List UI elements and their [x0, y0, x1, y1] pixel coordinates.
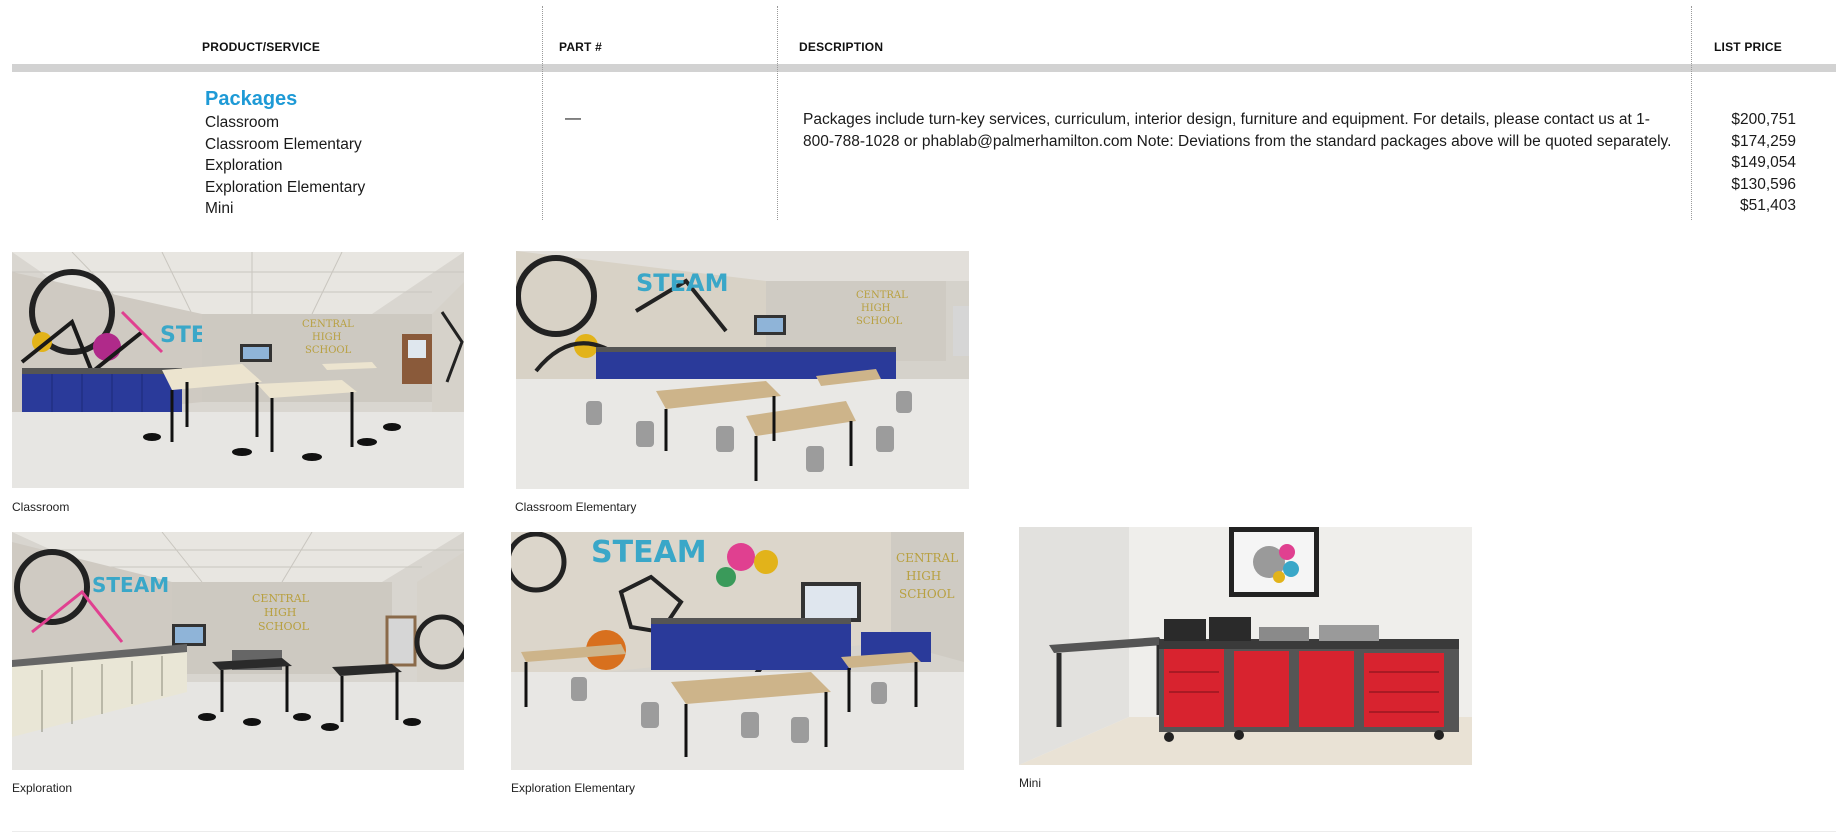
package-item: Classroom [205, 114, 280, 131]
price-value: $51,403 [1739, 197, 1796, 214]
package-item: Exploration [205, 157, 283, 174]
photo-caption: Classroom Elementary [515, 500, 637, 514]
classroom-elementary-photo: STEAM CENTRAL HIGH SCHOOL [516, 251, 969, 489]
header-product-service: PRODUCT/SERVICE [202, 40, 321, 54]
photo-caption: Exploration [12, 781, 73, 795]
package-item: Classroom Elementary [205, 135, 362, 153]
exploration-elementary-photo: STEAM CENTRAL HIGH SCHOOL [511, 532, 964, 770]
svg-text:CENTRAL: CENTRAL [252, 592, 310, 605]
price-value: $130,596 [1731, 175, 1796, 193]
column-divider [542, 6, 543, 220]
header-part-number: PART # [559, 40, 602, 54]
svg-text:SCHOOL: SCHOOL [856, 316, 903, 327]
photo-caption: Mini [1019, 776, 1042, 790]
svg-text:HIGH: HIGH [906, 569, 941, 583]
svg-text:HIGH: HIGH [861, 303, 891, 314]
mini-photo [1019, 527, 1472, 765]
classroom-photo: STEAM CENTRAL HIGH SCHOOL [12, 252, 464, 488]
svg-text:HIGH: HIGH [264, 606, 296, 619]
price-value: $200,751 [1731, 111, 1796, 128]
svg-text:SCHOOL: SCHOOL [899, 587, 955, 601]
package-list: Classroom Classroom Elementary Explorati… [205, 112, 365, 220]
header-description: DESCRIPTION [799, 40, 884, 54]
svg-text:SCHOOL: SCHOOL [305, 345, 352, 356]
package-item: Exploration Elementary [205, 178, 366, 196]
part-number-value: — [565, 110, 581, 127]
price-value: $174,259 [1731, 132, 1796, 150]
svg-text:STEAM: STEAM [591, 535, 707, 570]
exploration-photo: STEAM CENTRAL HIGH SCHOOL [12, 532, 464, 770]
header-rule [12, 64, 1836, 72]
header-list-price: LIST PRICE [1714, 40, 1783, 54]
description-text: Packages include turn-key services, curr… [803, 111, 1672, 150]
photo-caption: Classroom [12, 500, 70, 514]
svg-text:CENTRAL: CENTRAL [856, 290, 908, 301]
photo-caption: Exploration Elementary [511, 781, 636, 795]
price-value: $149,054 [1731, 154, 1796, 171]
svg-text:STEAM: STEAM [92, 573, 169, 597]
svg-text:STEAM: STEAM [636, 269, 729, 297]
section-title: Packages [205, 88, 298, 110]
column-divider [777, 6, 778, 220]
svg-text:CENTRAL: CENTRAL [896, 551, 958, 565]
price-list: $200,751 $174,259 $149,054 $130,596 $51,… [1686, 109, 1796, 217]
svg-text:HIGH: HIGH [312, 332, 342, 343]
svg-text:SCHOOL: SCHOOL [258, 620, 310, 633]
svg-text:CENTRAL: CENTRAL [302, 319, 354, 330]
package-item: Mini [205, 200, 234, 217]
footer-rule [12, 831, 1836, 832]
